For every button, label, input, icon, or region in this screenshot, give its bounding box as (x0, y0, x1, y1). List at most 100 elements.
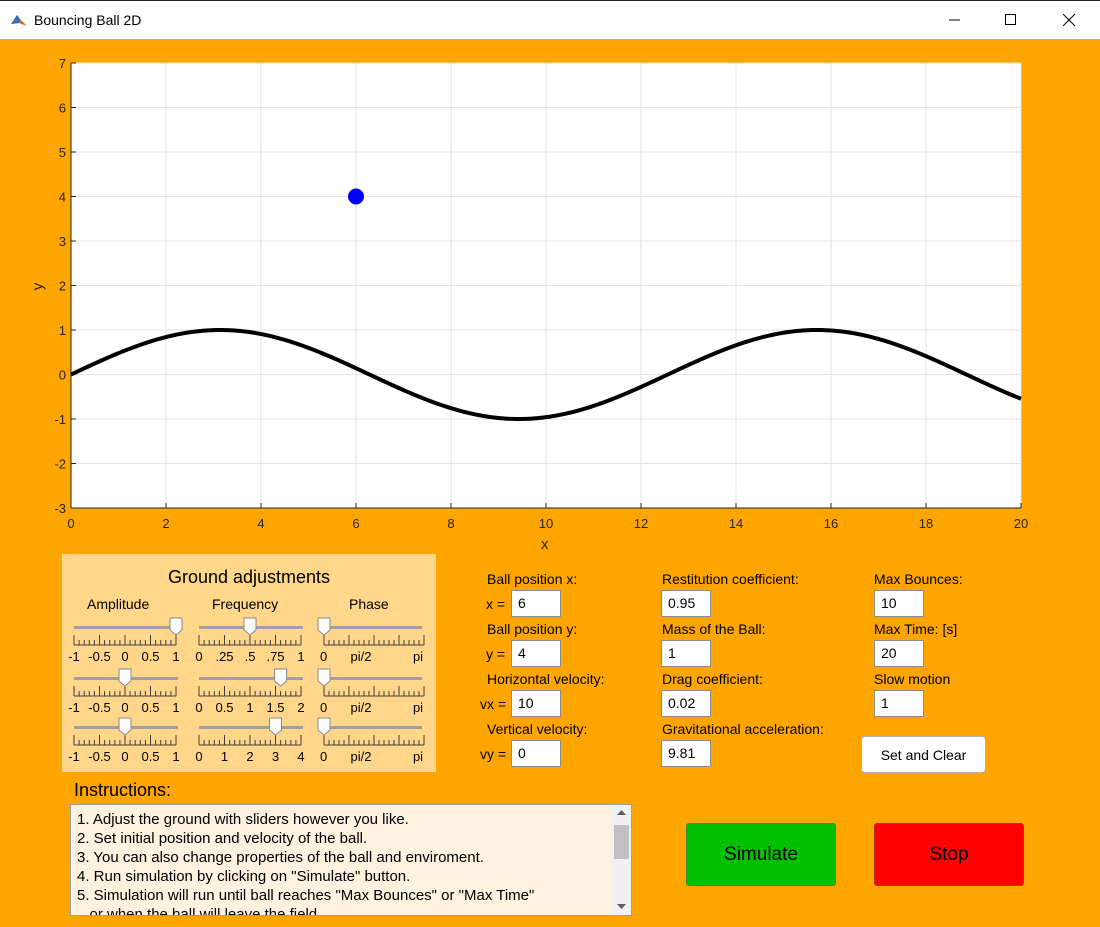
slider-tick-label: 1 (172, 749, 180, 764)
slider-tick-label: pi/2 (350, 649, 372, 664)
y-tick-label: 4 (59, 190, 66, 205)
slider-tick-label: 0 (320, 700, 328, 715)
gravity-input[interactable]: 9.81 (661, 740, 711, 767)
y-axis-label: y (29, 282, 47, 291)
slider-tick-label: 0.5 (141, 649, 160, 664)
x-tick-label: 8 (447, 516, 454, 531)
y-tick-label: 5 (59, 145, 66, 160)
slider-tick-label: 2 (297, 700, 305, 715)
frequency-header: Frequency (212, 596, 279, 612)
slider-tick-label: 0 (195, 649, 203, 664)
slow-motion-input[interactable]: 1 (874, 690, 924, 717)
y-tick-label: -1 (54, 412, 66, 427)
x-tick-label: 2 (162, 516, 169, 531)
slider-tick-label: 3 (271, 749, 280, 764)
y-tick-label: 0 (59, 368, 66, 383)
max-bounces-input[interactable]: 10 (874, 590, 924, 617)
slider-tick-label: 0 (195, 700, 203, 715)
instruction-line: 2. Set initial position and velocity of … (77, 830, 368, 847)
y-tick-label: -3 (54, 501, 66, 516)
slider-tick-label: 0 (320, 749, 328, 764)
x-tick-label: 14 (729, 516, 743, 531)
slider-tick-label: pi (412, 749, 424, 764)
x-tick-label: 18 (919, 516, 933, 531)
ball-y-prefix: y = (486, 646, 506, 662)
restitution-input[interactable]: 0.95 (661, 590, 711, 617)
slider-tick-label: 0.5 (141, 749, 160, 764)
y-tick-label: -2 (54, 457, 66, 472)
y-tick-label: 7 (59, 56, 66, 71)
x-tick-label: 10 (539, 516, 553, 531)
slider-tick-label: .5 (244, 649, 256, 664)
x-tick-label: 4 (257, 516, 264, 531)
instructions-title: Instructions: (74, 780, 172, 800)
max-time-label: Max Time: [s] (874, 621, 958, 637)
instruction-line: 4. Run simulation by clicking on "Simula… (77, 868, 411, 885)
max-bounces-label: Max Bounces: (874, 571, 963, 587)
scroll-up-icon[interactable] (612, 805, 631, 821)
vy-prefix: vy = (480, 746, 507, 762)
ball-x-input[interactable]: 6 (511, 590, 561, 617)
mass-label: Mass of the Ball: (662, 621, 766, 637)
slider-tick-label: -0.5 (88, 749, 111, 764)
scroll-thumb[interactable] (614, 825, 629, 859)
gravity-label: Gravitational acceleration: (662, 721, 824, 737)
stop-button[interactable]: Stop (874, 823, 1024, 886)
drag-label: Drag coefficient: (662, 671, 763, 687)
simulate-button[interactable]: Simulate (686, 823, 836, 886)
ball-y-input[interactable]: 4 (511, 640, 561, 667)
slider-tick-label: -1 (68, 649, 80, 664)
vx-prefix: vx = (480, 696, 507, 712)
slider-tick-label: 1 (297, 649, 305, 664)
slider-tick-label: 1 (220, 749, 229, 764)
scroll-down-icon[interactable] (612, 899, 631, 915)
vx-input[interactable]: 10 (511, 690, 561, 717)
slider-tick-label: pi/2 (350, 700, 372, 715)
x-axis-label: x (541, 536, 549, 553)
y-tick-label: 6 (59, 101, 66, 116)
drag-input[interactable]: 0.02 (661, 690, 711, 717)
slider-tick-label: 0.5 (215, 700, 234, 715)
slider-tick-label: 0 (121, 700, 129, 715)
y-tick-label: 3 (59, 234, 66, 249)
slider-tick-label: -1 (68, 749, 80, 764)
vx-label: Horizontal velocity: (487, 671, 605, 687)
max-time-input[interactable]: 20 (874, 640, 924, 667)
slider-tick-label: 4 (297, 749, 305, 764)
slider-tick-label: 1.5 (266, 700, 285, 715)
ball-x-label: Ball position x: (487, 571, 578, 587)
slider-tick-label: 1 (246, 700, 254, 715)
slider-tick-label: 0.5 (141, 700, 160, 715)
slider-tick-label: pi/2 (350, 749, 372, 764)
x-tick-label: 16 (824, 516, 838, 531)
instruction-line: or when the ball will leave the field. (77, 906, 322, 916)
instructions-box[interactable]: 1. Adjust the ground with sliders howeve… (70, 804, 632, 916)
y-tick-label: 2 (59, 279, 66, 294)
slider-tick-label: 0 (121, 749, 129, 764)
amplitude-header: Amplitude (87, 596, 150, 612)
slider-tick-label: pi (412, 649, 424, 664)
slider-tick-label: 1 (172, 700, 180, 715)
x-tick-label: 20 (1014, 516, 1028, 531)
slider-tick-label: .75 (266, 649, 285, 664)
slider-tick-label: 1 (172, 649, 180, 664)
x-tick-label: 12 (634, 516, 648, 531)
instructions-scrollbar[interactable] (612, 805, 631, 915)
slider-tick-label: 2 (246, 749, 254, 764)
slider-tick-label: -0.5 (88, 700, 111, 715)
mass-input[interactable]: 1 (661, 640, 711, 667)
ball-y-label: Ball position y: (487, 621, 578, 637)
slider-tick-label: -0.5 (88, 649, 111, 664)
vy-input[interactable]: 0 (511, 740, 561, 767)
y-tick-label: 1 (59, 323, 66, 338)
ball-x-prefix: x = (486, 596, 506, 612)
x-tick-label: 0 (67, 516, 74, 531)
ball (348, 188, 364, 205)
phase-header: Phase (349, 596, 389, 612)
slider-tick-label: .25 (215, 649, 234, 664)
set-and-clear-button[interactable]: Set and Clear (861, 736, 986, 773)
ground-plot: 0 2 4 6 8 10 12 14 16 18 20-3-2-101234567 (54, 56, 1028, 531)
panel-title: Ground adjustments (167, 567, 331, 587)
slider-tick-label: 0 (320, 649, 328, 664)
slow-motion-label: Slow motion (874, 671, 951, 687)
